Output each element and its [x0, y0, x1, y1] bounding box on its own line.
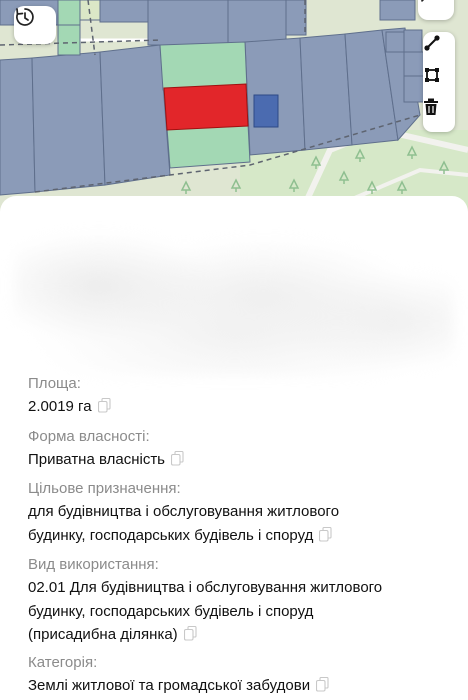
area-field: Площа: 2.0019 га [28, 372, 448, 421]
ownership-label: Форма власності: [28, 428, 150, 445]
category-field: Категорія: Землі житлової та громадської… [28, 651, 448, 700]
area-value: 2.0019 га [28, 398, 92, 415]
purpose-line-1: для будівництва і обслуговування житлово… [28, 503, 340, 520]
ownership-value-row: Приватна власність [28, 448, 448, 474]
usage-line-3-row: (присадибна ділянка) [28, 623, 448, 649]
cadastral-map[interactable] [0, 0, 468, 215]
ownership-value: Приватна власність [28, 451, 165, 468]
purpose-label: Цільове призначення: [28, 480, 181, 497]
copy-icon[interactable] [319, 526, 332, 550]
copy-icon[interactable] [316, 676, 329, 700]
usage-label: Вид використання: [28, 556, 159, 573]
purpose-field: Цільове призначення: для будівництва і о… [28, 477, 448, 549]
copy-icon[interactable] [170, 450, 184, 474]
draw-line-button[interactable] [423, 34, 455, 66]
parcel-details-sheet: Площа: 2.0019 га Форма власності: Приват… [0, 196, 468, 699]
area-value-row: 2.0019 га [28, 395, 448, 421]
purpose-line-2-row: будинку, господарських будівель і споруд [28, 524, 448, 550]
category-label: Категорія: [28, 654, 98, 671]
category-value: Землі житлової та громадської забудови [28, 677, 311, 694]
draw-polygon-button[interactable] [423, 66, 455, 98]
usage-line-2: будинку, господарських будівель і споруд [28, 602, 314, 620]
purpose-line-2: будинку, господарських будівель і споруд [28, 526, 314, 544]
ownership-field: Форма власності: Приватна власність [28, 425, 448, 474]
blurred-header [14, 226, 454, 376]
delete-drawing-button[interactable] [423, 98, 455, 130]
history-button[interactable] [14, 6, 56, 44]
usage-line-1: 02.01 Для будівництва і обслуговування ж… [28, 579, 383, 596]
map-canvas [0, 0, 468, 215]
category-value-row: Землі житлової та громадської забудови [28, 674, 448, 700]
drawing-toolbar [423, 32, 455, 132]
chat-button[interactable] [418, 0, 454, 20]
usage-field: Вид використання: 02.01 Для будівництва … [28, 553, 448, 649]
copy-icon[interactable] [183, 625, 197, 649]
usage-line-3: (присадибна ділянка) [28, 626, 178, 643]
copy-icon[interactable] [97, 397, 111, 421]
area-label: Площа: [28, 375, 81, 392]
